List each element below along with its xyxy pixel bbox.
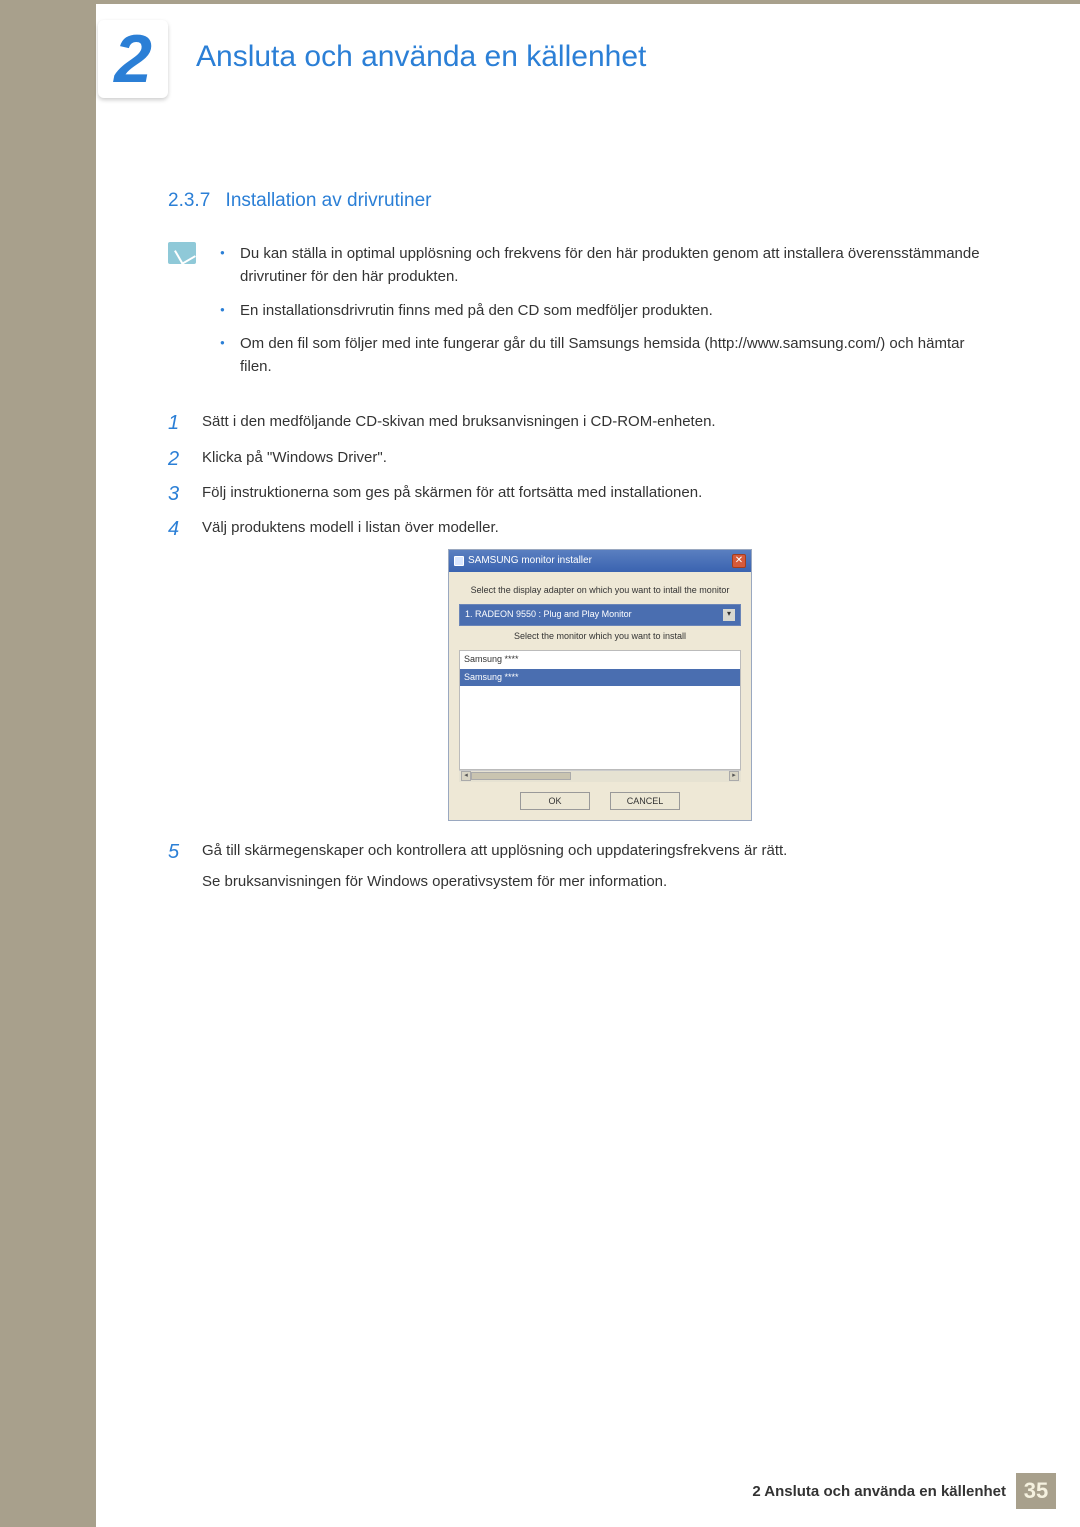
installer-label-1: Select the display adapter on which you … [459,584,741,598]
close-icon[interactable]: ✕ [732,554,746,568]
chapter-badge: 2 [98,20,168,98]
page-number: 35 [1016,1473,1056,1509]
installer-window: SAMSUNG monitor installer ✕ Select the d… [448,549,752,820]
section-number: 2.3.7 [168,190,210,211]
step-number: 4 [168,514,179,545]
left-rail [0,0,96,1527]
chevron-down-icon: ▾ [723,609,735,621]
scroll-right-icon[interactable]: ▸ [729,771,739,781]
step-text: Sätt i den medföljande CD-skivan med bru… [202,413,716,430]
step-number: 2 [168,444,179,475]
note-item: Du kan ställa in optimal upplösning och … [218,242,998,289]
installer-label-2: Select the monitor which you want to ins… [459,630,741,644]
list-item[interactable]: Samsung **** [460,669,740,687]
step-number: 3 [168,479,179,510]
step-text: Välj produktens modell i listan över mod… [202,519,499,536]
ok-button[interactable]: OK [520,792,590,810]
top-strip [96,0,1080,4]
installer-titlebar: SAMSUNG monitor installer ✕ [449,550,751,572]
scroll-left-icon[interactable]: ◂ [461,771,471,781]
footer-chapter-ref: 2 Ansluta och använda en källenhet [752,1483,1006,1500]
note-block: Du kan ställa in optimal upplösning och … [168,242,998,388]
chapter-number: 2 [114,25,152,93]
note-item: En installationsdrivrutin finns med på d… [218,299,998,322]
steps-list: 1 Sätt i den medföljande CD-skivan med b… [168,410,998,893]
step-item: 4 Välj produktens modell i listan över m… [168,516,998,821]
page-footer: 2 Ansluta och använda en källenhet 35 [96,1473,1056,1509]
step-item: 2 Klicka på "Windows Driver". [168,446,998,469]
step-text-line: Gå till skärmegenskaper och kontrollera … [202,839,998,862]
step-item: 3 Följ instruktionerna som ges på skärme… [168,481,998,504]
scroll-thumb[interactable] [471,772,571,780]
section-title: Installation av drivrutiner [226,190,432,211]
content-area: 2.3.7 Installation av drivrutiner Du kan… [168,190,998,905]
note-item: Om den fil som följer med inte fungerar … [218,332,998,379]
step-number: 1 [168,408,179,439]
list-item[interactable]: Samsung **** [460,651,740,669]
step-item: 1 Sätt i den medföljande CD-skivan med b… [168,410,998,433]
step-text: Gå till skärmegenskaper och kontrollera … [202,839,998,894]
horizontal-scrollbar[interactable]: ◂ ▸ [459,770,741,782]
step-item: 5 Gå till skärmegenskaper och kontroller… [168,839,998,894]
cancel-button[interactable]: CANCEL [610,792,680,810]
step-number: 5 [168,837,179,868]
chapter-title: Ansluta och använda en källenhet [196,40,646,74]
monitor-listbox[interactable]: Samsung **** Samsung **** [459,650,741,770]
installer-body: Select the display adapter on which you … [449,572,751,820]
step-text: Följ instruktionerna som ges på skärmen … [202,484,702,501]
step-text-line: Se bruksanvisningen för Windows operativ… [202,870,998,893]
section-heading: 2.3.7 Installation av drivrutiner [168,190,998,212]
adapter-dropdown[interactable]: 1. RADEON 9550 : Plug and Play Monitor ▾ [459,604,741,626]
note-list: Du kan ställa in optimal upplösning och … [218,242,998,388]
installer-title: SAMSUNG monitor installer [468,553,592,569]
dropdown-value: 1. RADEON 9550 : Plug and Play Monitor [465,608,632,622]
note-icon [168,242,196,264]
step-text: Klicka på "Windows Driver". [202,449,387,466]
app-icon [454,556,464,566]
installer-buttons: OK CANCEL [459,792,741,810]
